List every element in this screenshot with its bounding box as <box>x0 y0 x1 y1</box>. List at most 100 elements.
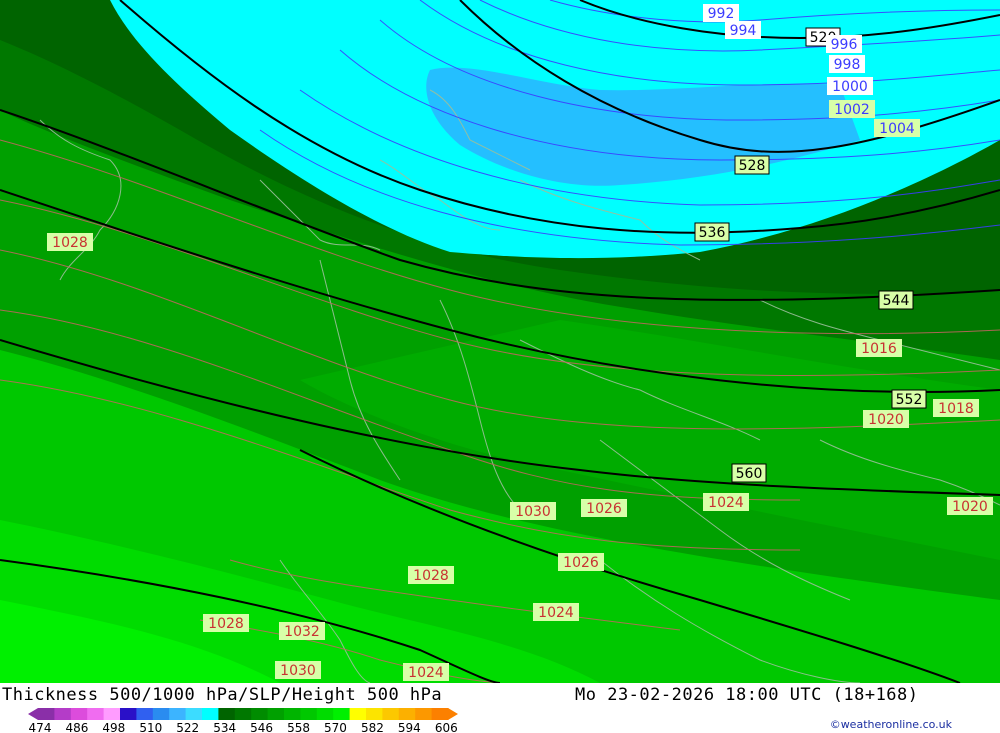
legend-swatch <box>87 708 105 720</box>
pressure-label-1026-b: 1026 <box>581 499 627 517</box>
pressure-label-1026-a: 1026 <box>558 553 604 571</box>
height-label-544: 544 <box>878 290 914 310</box>
svg-text:996: 996 <box>831 37 858 53</box>
pressure-label-1016: 1016 <box>856 339 902 357</box>
legend-swatch <box>169 708 187 720</box>
svg-text:1020: 1020 <box>952 499 988 515</box>
height-label-536: 536 <box>694 222 730 242</box>
pressure-label-1028-b: 1028 <box>408 566 454 584</box>
legend-tick-label: 498 <box>102 721 125 733</box>
svg-text:1024: 1024 <box>408 665 444 681</box>
legend-swatch <box>349 708 367 720</box>
map-datetime: Mo 23-02-2026 18:00 UTC (18+168) <box>575 685 919 705</box>
svg-text:1018: 1018 <box>938 401 974 417</box>
svg-text:1016: 1016 <box>861 341 897 357</box>
svg-text:1024: 1024 <box>538 605 574 621</box>
svg-text:528: 528 <box>739 158 766 174</box>
legend-swatch <box>284 708 301 720</box>
legend-swatch <box>316 708 334 720</box>
svg-text:544: 544 <box>883 293 910 309</box>
legend-swatch <box>70 708 88 720</box>
pressure-label-1032: 1032 <box>279 622 325 640</box>
svg-text:1004: 1004 <box>879 121 915 137</box>
pressure-label-992: 992 <box>703 4 739 22</box>
legend-swatch <box>103 708 121 720</box>
svg-text:1028: 1028 <box>52 235 88 251</box>
legend-swatch <box>38 708 55 720</box>
pressure-label-1028-a: 1028 <box>47 233 93 251</box>
svg-text:1030: 1030 <box>515 504 551 520</box>
svg-text:536: 536 <box>699 225 726 241</box>
legend-swatch <box>202 708 219 720</box>
legend-swatch <box>152 708 170 720</box>
svg-text:998: 998 <box>834 57 861 73</box>
legend-swatch <box>120 708 137 720</box>
legend-arrow-right <box>448 708 458 720</box>
credit-text: ©weatheronline.co.uk <box>829 718 952 731</box>
map-title: Thickness 500/1000 hPa/SLP/Height 500 hP… <box>2 685 443 705</box>
pressure-label-998: 998 <box>829 55 865 73</box>
legend-swatch <box>218 708 236 720</box>
svg-text:552: 552 <box>896 392 923 408</box>
legend-swatch <box>234 708 252 720</box>
pressure-label-1024-a: 1024 <box>703 493 749 511</box>
legend-swatch <box>398 708 416 720</box>
svg-text:994: 994 <box>730 23 757 39</box>
pressure-label-1020-a: 1020 <box>863 410 909 428</box>
legend-swatches <box>28 708 458 720</box>
legend-swatch <box>333 708 351 720</box>
pressure-label-1002: 1002 <box>829 100 875 118</box>
pressure-label-1024-b: 1024 <box>533 603 579 621</box>
legend-arrow-left <box>28 708 38 720</box>
svg-text:1032: 1032 <box>284 624 320 640</box>
legend-tick-label: 594 <box>398 721 421 733</box>
legend-swatch <box>431 708 449 720</box>
svg-text:1000: 1000 <box>832 79 868 95</box>
legend-tick-label: 474 <box>29 721 52 733</box>
legend-tick-label: 546 <box>250 721 273 733</box>
legend-tick-labels: 474 486 498 510 522 534 546 558 570 582 594 606 <box>29 721 458 733</box>
legend-swatch <box>251 708 269 720</box>
legend-swatch <box>54 708 72 720</box>
legend-swatch <box>366 708 383 720</box>
pressure-label-1030-a: 1030 <box>510 502 556 520</box>
legend-tick-label: 522 <box>176 721 199 733</box>
weather-map: 520 528 536 544 552 560 992 994 996 998 … <box>0 0 1000 683</box>
pressure-label-996: 996 <box>826 35 862 53</box>
pressure-label-1000: 1000 <box>827 77 873 95</box>
legend-tick-label: 510 <box>139 721 162 733</box>
svg-text:1028: 1028 <box>208 616 244 632</box>
legend-tick-label: 570 <box>324 721 347 733</box>
svg-text:992: 992 <box>708 6 735 22</box>
svg-text:1026: 1026 <box>586 501 622 517</box>
legend-swatch <box>415 708 433 720</box>
svg-text:1028: 1028 <box>413 568 449 584</box>
thickness-map-canvas: 520 528 536 544 552 560 992 994 996 998 … <box>0 0 1000 683</box>
svg-text:1002: 1002 <box>834 102 870 118</box>
pressure-label-1004: 1004 <box>874 119 920 137</box>
legend-swatch <box>300 708 318 720</box>
pressure-label-1024-c: 1024 <box>403 663 449 681</box>
svg-text:1024: 1024 <box>708 495 744 511</box>
svg-text:1030: 1030 <box>280 663 316 679</box>
thickness-color-legend: 474 486 498 510 522 534 546 558 570 582 594 606 <box>28 708 458 733</box>
legend-swatch <box>136 708 154 720</box>
pressure-label-1028-c: 1028 <box>203 614 249 632</box>
legend-tick-label: 582 <box>361 721 384 733</box>
height-label-560: 560 <box>731 463 767 483</box>
legend-tick-label: 486 <box>65 721 88 733</box>
svg-text:1026: 1026 <box>563 555 599 571</box>
legend-swatch <box>267 708 285 720</box>
legend-swatch <box>185 708 203 720</box>
pressure-label-1020-b: 1020 <box>947 497 993 515</box>
legend-tick-label: 606 <box>435 721 458 733</box>
legend-tick-label: 534 <box>213 721 236 733</box>
svg-text:560: 560 <box>736 466 763 482</box>
pressure-label-1030-b: 1030 <box>275 661 321 679</box>
pressure-label-1018: 1018 <box>933 399 979 417</box>
height-label-552: 552 <box>891 389 927 409</box>
legend-tick-label: 558 <box>287 721 310 733</box>
height-label-528: 528 <box>734 155 770 175</box>
svg-text:1020: 1020 <box>868 412 904 428</box>
pressure-label-994: 994 <box>725 21 761 39</box>
